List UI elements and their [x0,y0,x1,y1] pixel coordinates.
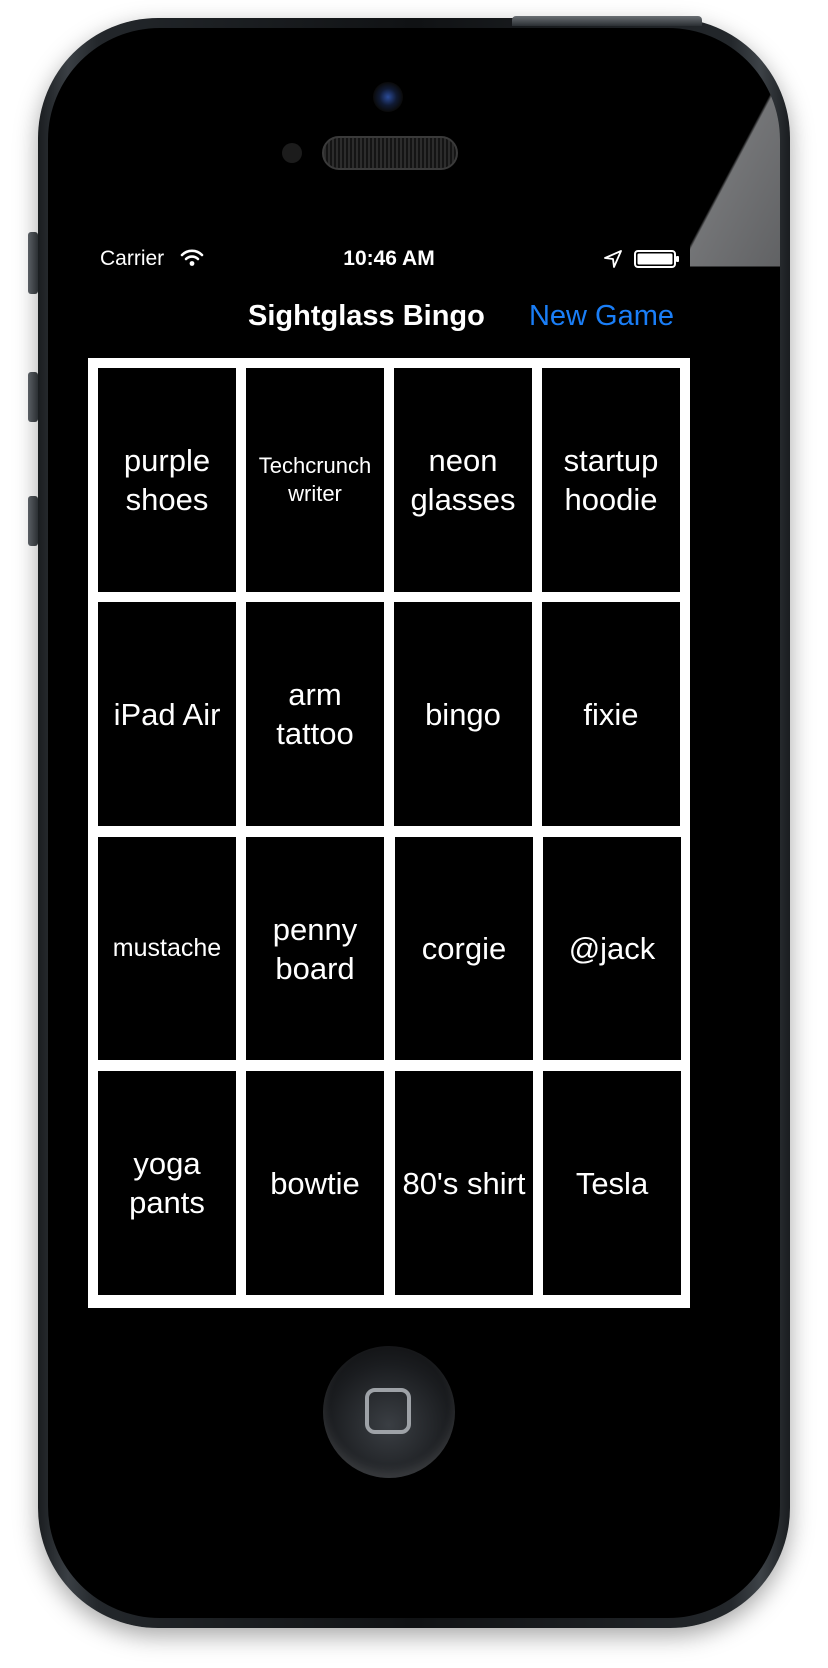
status-time: 10:46 AM [343,247,435,270]
bingo-tile[interactable]: iPad Air [98,602,236,826]
bingo-tile[interactable]: mustache [98,837,236,1060]
mute-switch [28,232,38,294]
volume-down-button [28,496,38,546]
volume-up-button [28,372,38,422]
bingo-tile[interactable]: bingo [394,602,532,826]
bingo-tile[interactable]: bowtie [246,1071,384,1295]
app-screen: Carrier 10:46 AM Sightglass Bingo New Ga… [88,238,690,1308]
front-camera-icon [373,82,403,112]
bingo-tile[interactable]: startup hoodie [542,368,680,592]
sleep-button [512,16,702,26]
battery-icon [634,250,679,268]
bingo-tile[interactable]: Tesla [543,1071,681,1295]
location-arrow-icon [604,250,622,268]
bingo-board: purple shoes Techcrunch writer neon glas… [88,358,690,1308]
home-square-icon [365,1388,411,1434]
bingo-tile[interactable]: fixie [542,602,680,826]
bingo-tile[interactable]: 80's shirt [395,1071,533,1295]
status-bar: Carrier 10:46 AM [88,238,690,280]
home-button[interactable] [323,1346,455,1478]
bingo-tile[interactable]: corgie [395,837,533,1060]
bingo-tile[interactable]: penny board [246,837,384,1060]
page-title: Sightglass Bingo [248,300,485,332]
bingo-tile[interactable]: Techcrunch writer [246,368,384,592]
proximity-sensor [282,143,302,163]
bingo-tile[interactable]: yoga pants [98,1071,236,1295]
navigation-bar: Sightglass Bingo New Game [88,280,690,358]
earpiece-speaker [322,136,458,170]
bingo-tile[interactable]: purple shoes [98,368,236,592]
new-game-button[interactable]: New Game [529,300,674,333]
bingo-tile[interactable]: arm tattoo [246,602,384,826]
bingo-tile[interactable]: neon glasses [394,368,532,592]
bingo-tile[interactable]: @jack [543,837,681,1060]
